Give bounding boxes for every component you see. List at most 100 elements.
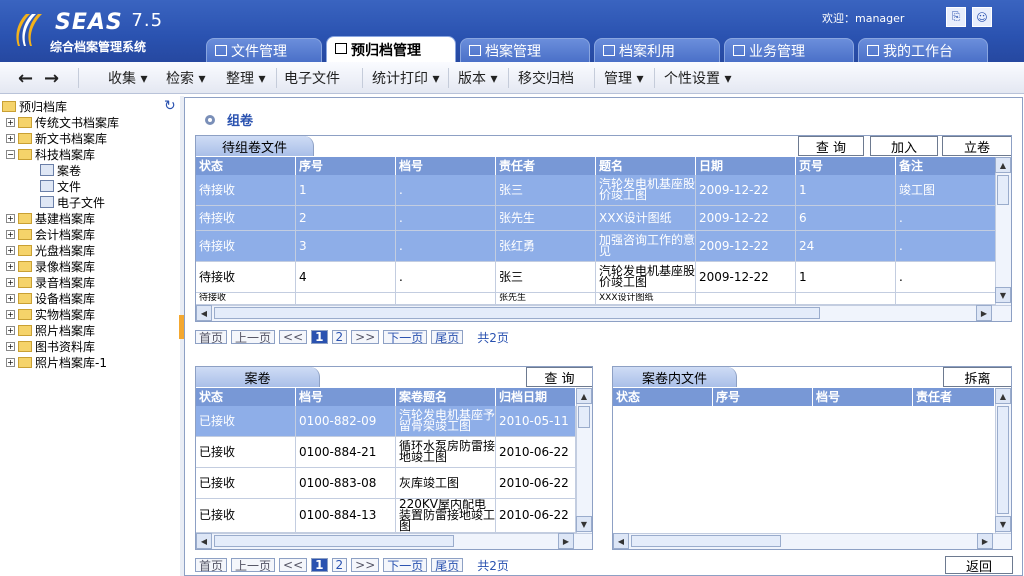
col-date[interactable]: 日期: [696, 157, 796, 175]
menu-version[interactable]: 版本 ▾: [458, 68, 497, 88]
tree-item[interactable]: − 科技档案库: [6, 146, 95, 162]
menu-collect[interactable]: 收集 ▾: [108, 68, 147, 88]
scroll-right-icon[interactable]: ▶: [977, 533, 993, 549]
prev-page-button[interactable]: 上一页: [231, 558, 276, 573]
tab-prearchive-management[interactable]: 预归档管理: [326, 36, 456, 62]
table-row[interactable]: 已接收 0100-882-09 汽轮发电机基座予留骨架竣工图 2010-05-1…: [196, 406, 592, 437]
expand-icon[interactable]: +: [6, 325, 15, 335]
col-seq[interactable]: 序号: [296, 157, 396, 175]
col-remark[interactable]: 备注: [896, 157, 996, 175]
tree-item[interactable]: + 会计档案库: [6, 226, 95, 242]
tree-item[interactable]: + 传统文书档案库: [6, 114, 119, 130]
scroll-down-icon[interactable]: ▼: [995, 287, 1011, 303]
menu-stats-print[interactable]: 统计打印 ▾: [372, 68, 439, 88]
col-volume-title[interactable]: 案卷题名: [396, 388, 496, 406]
col-responsible[interactable]: 责任者: [913, 388, 995, 406]
vertical-scrollbar[interactable]: ▲ ▼: [995, 388, 1011, 533]
tree-item[interactable]: + 设备档案库: [6, 290, 95, 306]
horizontal-scrollbar[interactable]: ◀ ▶: [613, 533, 1011, 549]
expand-icon[interactable]: +: [6, 357, 15, 367]
scroll-thumb[interactable]: [997, 175, 1009, 205]
tree-root[interactable]: 预归档库: [2, 98, 67, 114]
expand-icon[interactable]: +: [6, 309, 15, 319]
scroll-left-icon[interactable]: ◀: [613, 533, 629, 549]
prev-arrows-button[interactable]: <<: [279, 330, 308, 344]
tree-leaf[interactable]: 文件: [40, 178, 81, 194]
menu-search[interactable]: 检索 ▾: [166, 68, 205, 88]
menu-electronic-files[interactable]: 电子文件: [284, 68, 340, 88]
query-button[interactable]: 查 询: [798, 136, 864, 156]
add-button[interactable]: 加入: [870, 136, 938, 156]
last-page-button[interactable]: 尾页: [431, 330, 464, 345]
next-arrows-button[interactable]: >>: [351, 558, 380, 572]
expand-icon[interactable]: +: [6, 293, 15, 303]
expand-icon[interactable]: +: [6, 261, 15, 271]
exit-icon[interactable]: ⎘: [946, 7, 966, 27]
page-2-button[interactable]: 2: [331, 558, 348, 572]
prev-page-button[interactable]: 上一页: [231, 330, 276, 345]
scroll-down-icon[interactable]: ▼: [576, 516, 592, 532]
menu-transfer-archive[interactable]: 移交归档: [518, 68, 574, 88]
vertical-scrollbar[interactable]: ▲ ▼: [576, 388, 592, 533]
tree-leaf[interactable]: 电子文件: [40, 194, 105, 210]
prev-arrows-button[interactable]: <<: [279, 558, 308, 572]
query-button[interactable]: 查 询: [526, 367, 592, 387]
menu-personal-settings[interactable]: 个性设置 ▾: [664, 68, 731, 88]
tree-item[interactable]: + 光盘档案库: [6, 242, 95, 258]
tab-archive-management[interactable]: 档案管理: [460, 38, 590, 62]
scroll-thumb[interactable]: [631, 535, 781, 547]
tree-item[interactable]: + 录像档案库: [6, 258, 95, 274]
horizontal-scrollbar[interactable]: ◀ ▶: [196, 533, 592, 549]
scroll-up-icon[interactable]: ▲: [995, 388, 1011, 404]
horizontal-scrollbar[interactable]: ◀ ▶: [196, 305, 1011, 321]
tree-leaf[interactable]: 案卷: [40, 162, 81, 178]
page-1-button[interactable]: 1: [311, 330, 328, 344]
expand-icon[interactable]: +: [6, 117, 15, 127]
table-row[interactable]: 待接收 张先生 XXX设计图纸: [196, 293, 1011, 305]
menu-management[interactable]: 管理 ▾: [604, 68, 643, 88]
tree-item[interactable]: + 照片档案库: [6, 322, 95, 338]
table-row[interactable]: 待接收 3 . 张红勇 加强咨询工作的意见 2009-12-22 24 .: [196, 231, 1011, 262]
return-button[interactable]: 返回: [945, 556, 1013, 575]
page-1-button[interactable]: 1: [311, 558, 328, 572]
expand-icon[interactable]: +: [6, 277, 15, 287]
back-arrow-icon[interactable]: ←: [18, 68, 33, 89]
next-page-button[interactable]: 下一页: [383, 330, 428, 345]
scroll-thumb[interactable]: [578, 406, 590, 428]
table-row[interactable]: 待接收 1 . 张三 汽轮发电机基座股价竣工图 2009-12-22 1 竣工图: [196, 175, 1011, 206]
col-seq[interactable]: 序号: [713, 388, 813, 406]
expand-icon[interactable]: +: [6, 341, 15, 351]
col-title[interactable]: 题名: [596, 157, 696, 175]
scroll-thumb[interactable]: [214, 307, 820, 319]
make-volume-button[interactable]: 立卷: [942, 136, 1011, 156]
scroll-down-icon[interactable]: ▼: [995, 516, 1011, 532]
col-status[interactable]: 状态: [613, 388, 713, 406]
scroll-up-icon[interactable]: ▲: [576, 388, 592, 404]
table-row[interactable]: 待接收 2 . 张先生 XXX设计图纸 2009-12-22 6 .: [196, 206, 1011, 231]
scroll-thumb[interactable]: [997, 406, 1009, 514]
user-icon[interactable]: ☺: [972, 7, 992, 27]
next-arrows-button[interactable]: >>: [351, 330, 380, 344]
table-row[interactable]: 待接收 4 . 张三 汽轮发电机基座股价竣工图 2009-12-22 1 .: [196, 262, 1011, 293]
tree-item[interactable]: + 照片档案库-1: [6, 354, 107, 370]
expand-icon[interactable]: +: [6, 229, 15, 239]
scroll-up-icon[interactable]: ▲: [995, 157, 1011, 173]
col-archive-date[interactable]: 归档日期: [496, 388, 576, 406]
scroll-left-icon[interactable]: ◀: [196, 533, 212, 549]
expand-icon[interactable]: +: [6, 133, 15, 143]
tab-my-workbench[interactable]: 我的工作台: [858, 38, 988, 62]
expand-icon[interactable]: +: [6, 213, 15, 223]
col-archive-no[interactable]: 档号: [813, 388, 913, 406]
forward-arrow-icon[interactable]: →: [44, 68, 59, 89]
col-status[interactable]: 状态: [196, 388, 296, 406]
scroll-right-icon[interactable]: ▶: [558, 533, 574, 549]
col-page[interactable]: 页号: [796, 157, 896, 175]
tree-item[interactable]: + 实物档案库: [6, 306, 95, 322]
col-archive-no[interactable]: 档号: [396, 157, 496, 175]
table-row[interactable]: 已接收 0100-884-21 循环水泵房防雷接地竣工图 2010-06-22: [196, 437, 592, 468]
tree-item[interactable]: + 新文书档案库: [6, 130, 107, 146]
page-2-button[interactable]: 2: [331, 330, 348, 344]
first-page-button[interactable]: 首页: [195, 330, 228, 345]
menu-organize[interactable]: 整理 ▾: [226, 68, 265, 88]
scroll-left-icon[interactable]: ◀: [196, 305, 212, 321]
